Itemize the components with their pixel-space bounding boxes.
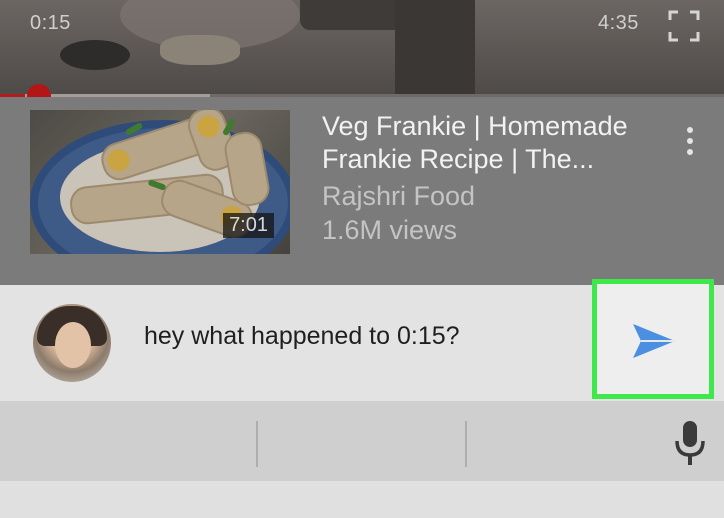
video-frame-shape: [300, 0, 410, 30]
view-count: 1.6M views: [322, 215, 458, 245]
video-player[interactable]: 0:15 4:35: [0, 0, 724, 96]
send-button-highlight: [592, 279, 714, 399]
video-frame-shape: [395, 0, 475, 96]
video-frame-shape: [160, 35, 240, 65]
suggestion-divider: [465, 421, 467, 467]
avatar: [33, 304, 111, 382]
message-input[interactable]: hey what happened to 0:15?: [144, 322, 574, 351]
current-time: 0:15: [30, 12, 71, 34]
reply-bar: hey what happened to 0:15?: [0, 279, 724, 401]
keyboard-keys[interactable]: [0, 481, 724, 518]
video-duration: 4:35: [598, 12, 639, 34]
video-frame-shape: [60, 40, 130, 70]
video-title[interactable]: Veg Frankie | Homemade Frankie Recipe | …: [322, 110, 652, 176]
channel-name: Rajshri Food: [322, 181, 476, 211]
fullscreen-icon[interactable]: [668, 10, 700, 42]
thumbnail-duration: 7:01: [223, 213, 274, 238]
related-video-card[interactable]: 7:01 Veg Frankie | Homemade Frankie Reci…: [0, 97, 724, 285]
suggestion-divider: [256, 421, 258, 467]
avatar-face: [55, 322, 91, 368]
more-vert-icon[interactable]: [676, 125, 704, 157]
microphone-icon[interactable]: [672, 419, 708, 467]
send-icon[interactable]: [629, 316, 679, 366]
keyboard-suggestion-strip: [0, 401, 724, 481]
video-thumbnail[interactable]: 7:01: [30, 110, 290, 254]
